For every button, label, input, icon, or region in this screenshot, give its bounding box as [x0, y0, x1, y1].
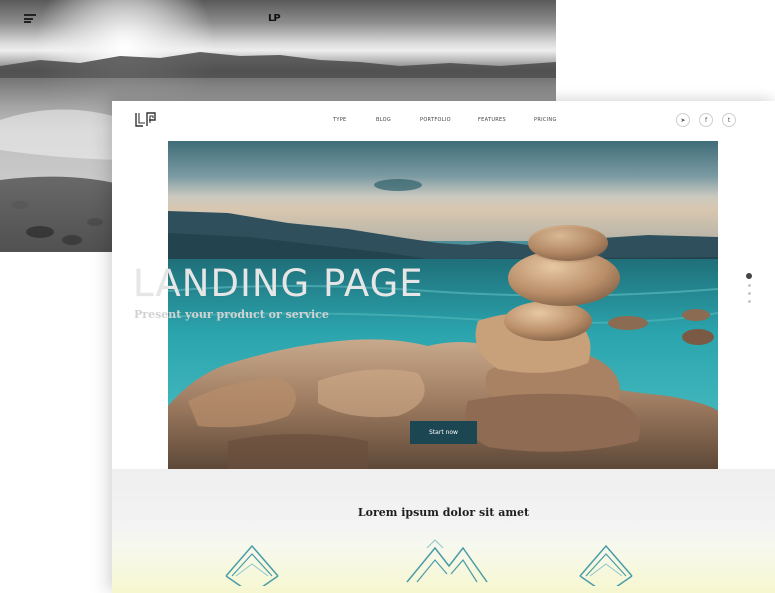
double-diamond-icon — [579, 544, 633, 586]
front-page-preview: TYPE BLOG PORTFOLIO FEATURES PRICING ➤ f… — [112, 101, 775, 593]
hero-title: LANDING PAGE — [133, 262, 424, 305]
hero-subtitle: Present your product or service — [134, 308, 329, 321]
nav-link-blog[interactable]: BLOG — [376, 117, 391, 123]
slider-pagination — [746, 273, 752, 308]
double-diamond-icon — [225, 544, 279, 586]
mockup-stage: LP TYPE BLOG PORTFOLIO FEATURES PRICING … — [0, 0, 775, 593]
back-logo[interactable]: LP — [268, 13, 281, 24]
nav-link-features[interactable]: FEATURES — [478, 117, 506, 123]
slider-dot-2[interactable] — [747, 284, 751, 287]
nav-link-pricing[interactable]: PRICING — [534, 117, 557, 123]
twitter-icon[interactable]: t — [722, 113, 736, 127]
section-title: Lorem ipsum dolor sit amet — [357, 506, 530, 519]
start-now-button[interactable]: Start now — [410, 421, 477, 444]
hamburger-menu-icon[interactable] — [24, 14, 36, 23]
nav-link-portfolio[interactable]: PORTFOLIO — [420, 117, 451, 123]
send-icon[interactable]: ➤ — [676, 113, 690, 127]
slider-dot-1[interactable] — [746, 273, 752, 279]
slider-dot-3[interactable] — [747, 292, 751, 295]
double-mountain-icon — [406, 539, 488, 583]
top-navigation-bar: TYPE BLOG PORTFOLIO FEATURES PRICING ➤ f… — [112, 101, 775, 141]
hero-image — [168, 141, 718, 469]
facebook-icon[interactable]: f — [699, 113, 713, 127]
slider-dot-4[interactable] — [747, 300, 751, 303]
features-section: Lorem ipsum dolor sit amet — [112, 469, 775, 593]
nav-link-type[interactable]: TYPE — [333, 117, 346, 123]
